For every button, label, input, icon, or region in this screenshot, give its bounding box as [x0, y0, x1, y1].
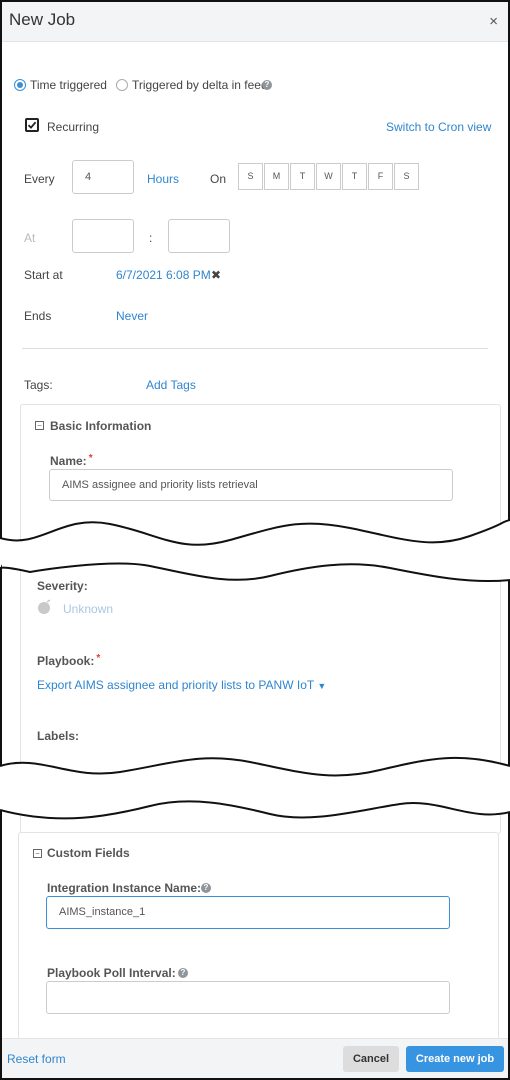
at-minute-input[interactable] [168, 219, 230, 253]
required-marker: * [96, 653, 101, 664]
time-separator: : [149, 231, 153, 245]
ends-label: Ends [24, 309, 52, 323]
instance-name-label: Integration Instance Name: [47, 881, 202, 895]
recurring-checkbox[interactable] [25, 118, 39, 132]
close-icon[interactable]: × [489, 13, 498, 30]
delta-triggered-radio[interactable] [116, 79, 128, 91]
labels-label: Labels: [37, 729, 80, 743]
help-icon[interactable]: ? [262, 80, 272, 90]
dialog-footer: Reset form Cancel Create new job [2, 1038, 508, 1078]
at-label: At [24, 231, 36, 245]
recurring-label: Recurring [47, 120, 100, 134]
delta-triggered-label[interactable]: Triggered by delta in feed [132, 78, 268, 92]
dialog-header: New Job × [2, 2, 508, 42]
help-icon[interactable]: ? [178, 968, 188, 978]
collapse-basic-icon[interactable]: − [35, 421, 44, 430]
day-tuesday[interactable]: T [290, 163, 315, 190]
day-wednesday[interactable]: W [316, 163, 341, 190]
unit-dropdown[interactable]: Hours [147, 172, 179, 186]
day-saturday[interactable]: S [394, 163, 419, 190]
playbook-dropdown[interactable]: Export AIMS assignee and priority lists … [37, 678, 326, 692]
tags-label: Tags: [24, 378, 53, 392]
custom-fields-title: Custom Fields [47, 846, 130, 860]
cancel-button[interactable]: Cancel [343, 1046, 399, 1072]
clear-start-icon[interactable]: ✖ [211, 268, 221, 282]
instance-name-input[interactable]: AIMS_instance_1 [46, 896, 450, 929]
severity-label: Severity: [37, 579, 88, 593]
divider [22, 348, 488, 349]
reset-form-link[interactable]: Reset form [7, 1052, 66, 1066]
weekday-selector: S M T W T F S [238, 163, 420, 190]
day-monday[interactable]: M [264, 163, 289, 190]
required-marker: * [88, 453, 93, 464]
on-label: On [210, 172, 227, 186]
name-input[interactable]: AIMS assignee and priority lists retriev… [49, 469, 453, 501]
name-label: Name: * [50, 453, 93, 468]
day-thursday[interactable]: T [342, 163, 367, 190]
start-at-label: Start at [24, 268, 63, 282]
time-triggered-label[interactable]: Time triggered [30, 78, 107, 92]
poll-interval-input[interactable] [46, 981, 450, 1014]
create-new-job-button[interactable]: Create new job [406, 1046, 504, 1072]
collapse-custom-icon[interactable]: − [33, 849, 42, 858]
start-at-value[interactable]: 6/7/2021 6:08 PM [116, 268, 211, 282]
every-label: Every [24, 172, 55, 186]
caret-down-icon: ▼ [317, 681, 327, 691]
at-hour-input[interactable] [72, 219, 134, 253]
dialog-title: New Job [9, 10, 76, 29]
switch-to-cron-link[interactable]: Switch to Cron view [386, 120, 491, 134]
new-job-dialog: New Job × Time triggered Triggered by de… [0, 0, 510, 1080]
help-icon[interactable]: ? [201, 883, 211, 893]
playbook-label: Playbook: * [37, 653, 101, 668]
check-icon [27, 121, 37, 129]
custom-fields-section [18, 832, 499, 1052]
basic-information-title: Basic Information [50, 419, 152, 433]
every-input[interactable]: 4 [72, 160, 134, 194]
add-tags-link[interactable]: Add Tags [146, 378, 196, 392]
day-sunday[interactable]: S [238, 163, 263, 190]
day-friday[interactable]: F [368, 163, 393, 190]
severity-icon [38, 599, 51, 614]
time-triggered-radio[interactable] [14, 79, 26, 91]
ends-value[interactable]: Never [116, 309, 148, 323]
poll-interval-label: Playbook Poll Interval: [47, 966, 176, 980]
severity-value[interactable]: Unknown [63, 602, 113, 616]
